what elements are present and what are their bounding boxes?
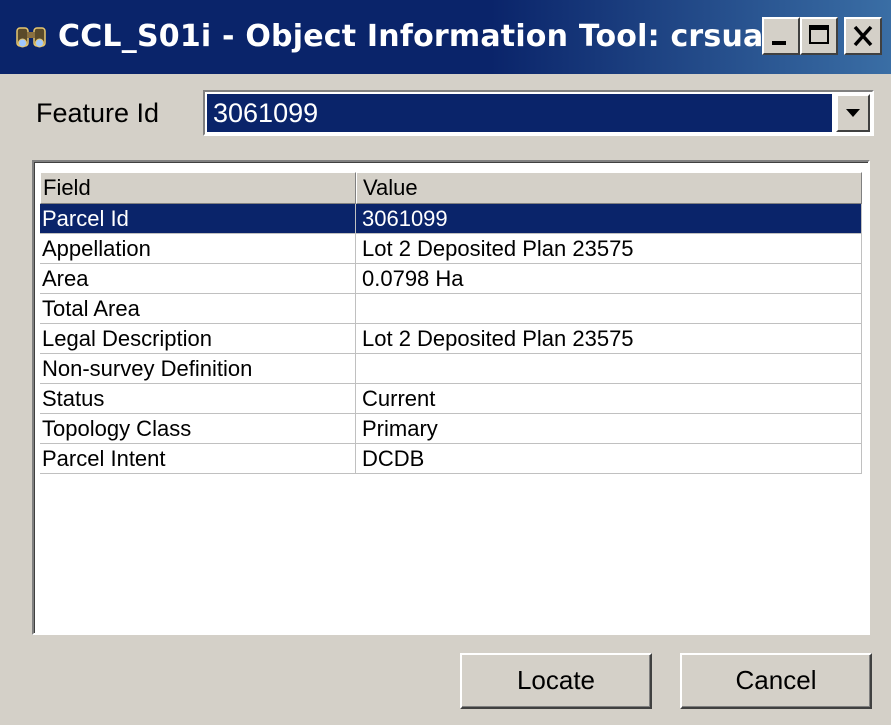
window-title: CCL_S01i - Object Information Tool: crsu… [58,19,834,54]
minimize-button[interactable] [762,17,800,55]
value-cell [356,354,862,383]
binoculars-icon [16,27,46,48]
field-cell: Area [40,264,356,293]
close-icon [853,25,873,47]
feature-id-dropdown[interactable]: 3061099 [203,90,874,136]
column-header-value[interactable]: Value [356,172,862,204]
column-header-field[interactable]: Field [40,172,356,204]
locate-button[interactable]: Locate [460,653,652,709]
title-bar[interactable]: CCL_S01i - Object Information Tool: crsu… [0,0,891,74]
close-button[interactable] [844,17,882,55]
grid-header: Field Value [40,172,862,204]
field-cell: Parcel Intent [40,444,356,473]
field-cell: Non-survey Definition [40,354,356,383]
table-row[interactable]: Parcel Intent DCDB [40,444,862,474]
value-cell: DCDB [356,444,862,473]
table-row[interactable]: Area 0.0798 Ha [40,264,862,294]
table-row[interactable]: Parcel Id 3061099 [40,204,862,234]
maximize-icon [809,25,829,44]
field-cell: Legal Description [40,324,356,353]
table-row[interactable]: Non-survey Definition [40,354,862,384]
value-cell: 3061099 [356,204,862,233]
value-cell: 0.0798 Ha [356,264,862,293]
table-row[interactable]: Appellation Lot 2 Deposited Plan 23575 [40,234,862,264]
table-row[interactable]: Topology Class Primary [40,414,862,444]
table-row[interactable]: Status Current [40,384,862,414]
feature-id-label: Feature Id [36,98,160,128]
maximize-button[interactable] [800,17,838,55]
feature-id-selected-value[interactable]: 3061099 [207,94,832,132]
table-row[interactable]: Legal Description Lot 2 Deposited Plan 23… [40,324,862,354]
table-row[interactable]: Total Area [40,294,862,324]
field-cell: Topology Class [40,414,356,443]
cancel-button[interactable]: Cancel [680,653,872,709]
field-cell: Status [40,384,356,413]
property-grid[interactable]: Field Value Parcel Id 3061099 Appellation L… [32,160,870,635]
value-cell: Lot 2 Deposited Plan 23575 [356,234,862,263]
value-cell: Lot 2 Deposited Plan 23575 [356,324,862,353]
chevron-down-icon [846,109,860,117]
value-cell: Current [356,384,862,413]
field-cell: Total Area [40,294,356,323]
dropdown-button[interactable] [836,94,870,132]
object-information-dialog: CCL_S01i - Object Information Tool: crsu… [0,0,891,725]
minimize-icon [772,41,786,45]
value-cell: Primary [356,414,862,443]
value-cell [356,294,862,323]
field-cell: Parcel Id [40,204,356,233]
field-cell: Appellation [40,234,356,263]
